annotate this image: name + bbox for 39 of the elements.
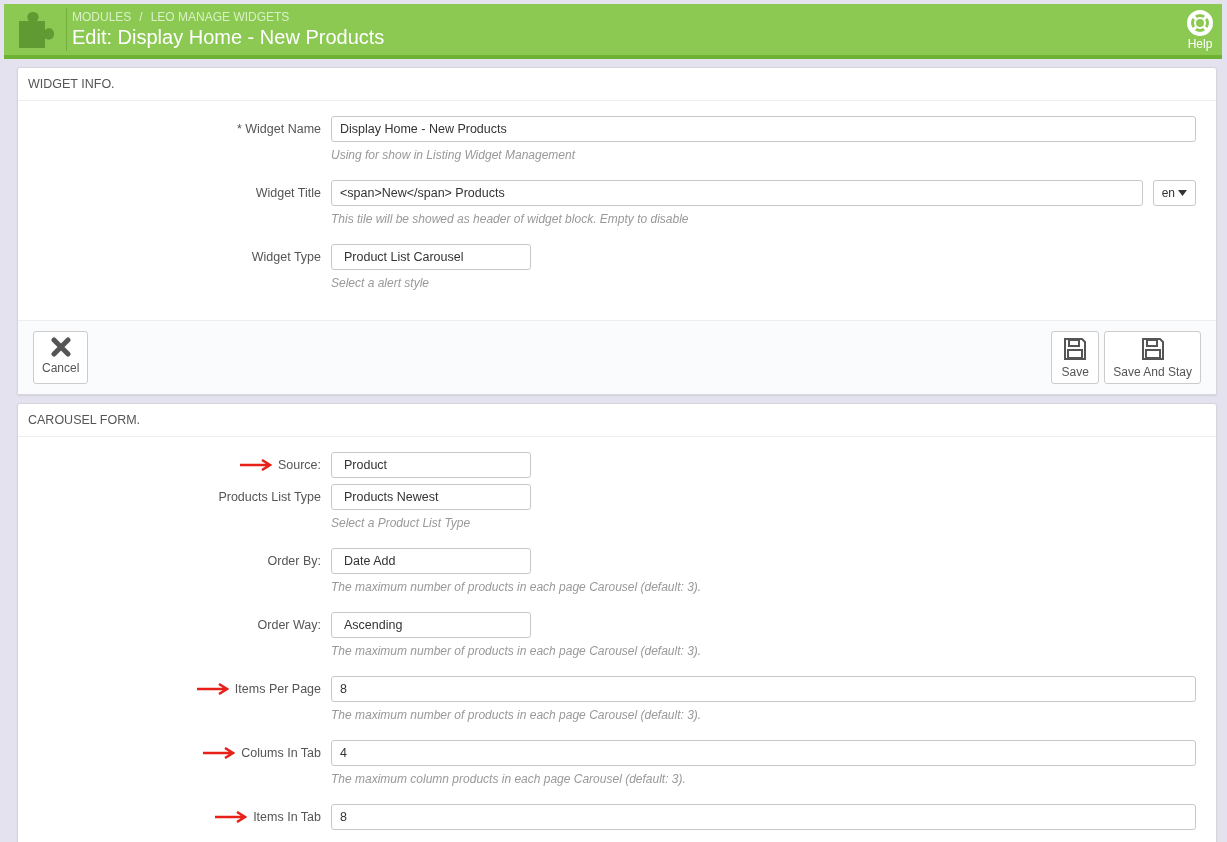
breadcrumb-separator: / <box>139 10 143 24</box>
select-field[interactable]: Date Add <box>331 548 531 574</box>
select-field[interactable]: Product <box>331 452 531 478</box>
input-field[interactable]: 8 <box>331 804 1196 830</box>
help-text: The maximum number of products in each page Carousel (default: 3). <box>331 580 703 594</box>
field-label: Widget Title <box>255 186 321 200</box>
select-field[interactable]: Products Newest <box>331 484 531 510</box>
close-icon <box>50 337 71 357</box>
lifebuoy-icon <box>1186 8 1214 37</box>
language-dropdown[interactable]: en <box>1152 180 1196 206</box>
input-field[interactable]: 4 <box>331 740 1196 766</box>
toolbar-button[interactable]: Save <box>1051 331 1100 384</box>
help-text: This tile will be showed as header of widget block. Empty to disable <box>331 212 690 226</box>
field-label: Colums In Tab <box>241 746 321 760</box>
select-field[interactable]: Product List Carousel <box>331 244 531 270</box>
help-text: Select a Product List Type <box>331 516 472 530</box>
help-text: The maximum number of products in each page Carousel (default: 3). <box>331 644 703 658</box>
panel-title: WIDGET INFO. <box>18 68 1216 101</box>
help-text: The maximum column products in each page Carousel (default: 3). <box>331 772 687 786</box>
input-field[interactable]: 8 <box>331 676 1196 702</box>
field-label: Products List Type <box>218 490 321 504</box>
help-text: Using for show in Listing Widget Management <box>331 148 577 162</box>
toolbar-button[interactable]: Cancel <box>33 331 89 384</box>
field-label: Order By: <box>267 554 321 568</box>
page-title: Edit: Display Home - New Products <box>72 26 386 49</box>
field-label: Items In Tab <box>253 810 321 824</box>
panel-title: CAROUSEL FORM. <box>18 404 1216 437</box>
field-label: Widget Type <box>251 250 321 264</box>
help-text: Select a alert style <box>331 276 431 290</box>
toolbar-button[interactable]: Save And Stay <box>1104 331 1201 384</box>
field-label: Source: <box>277 458 321 472</box>
input-field[interactable]: Display Home - New Products <box>331 116 1196 142</box>
field-label: Order Way: <box>257 618 321 632</box>
field-label: Items Per Page <box>234 682 321 696</box>
input-field[interactable]: <span>New</span> Products <box>331 180 1143 206</box>
field-label: * Widget Name <box>236 122 321 136</box>
select-field[interactable]: Ascending <box>331 612 531 638</box>
help-text: The maximum number of products in each page Carousel (default: 3). <box>331 708 703 722</box>
caret-icon <box>1178 190 1187 196</box>
